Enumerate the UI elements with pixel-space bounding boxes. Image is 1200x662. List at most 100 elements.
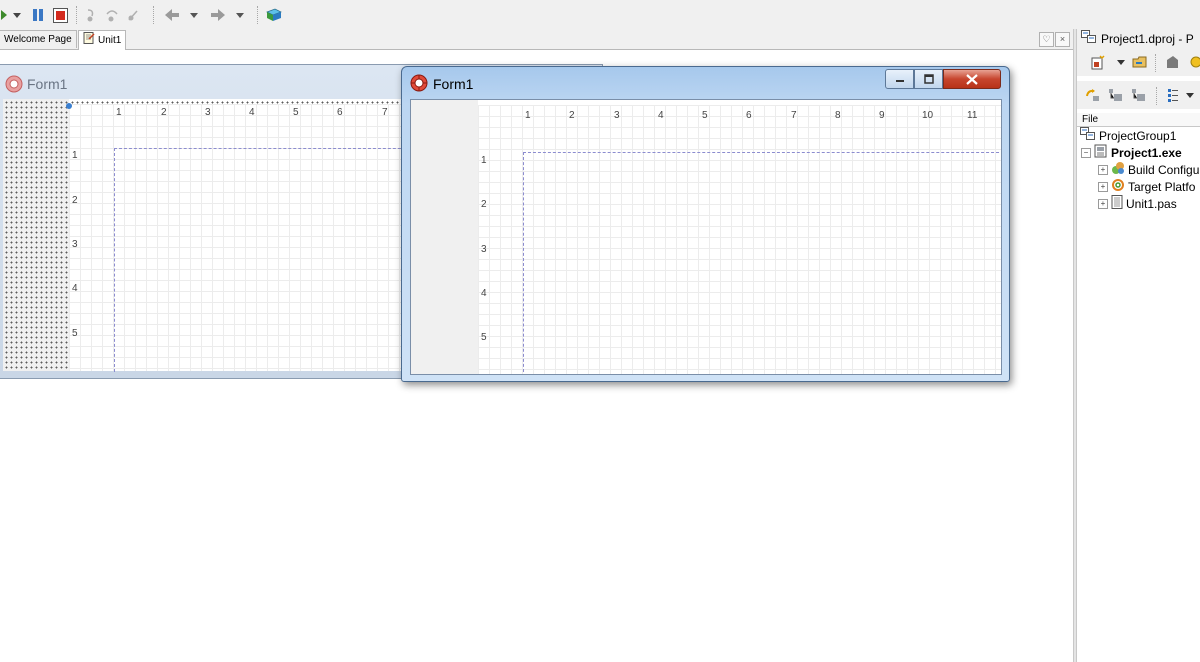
unit-file-icon: [83, 31, 95, 50]
help-book-icon[interactable]: [265, 6, 283, 24]
collapse-toggle-icon[interactable]: −: [1081, 147, 1091, 158]
toolbar-separator: [1156, 87, 1158, 105]
build-config-icon: [1111, 161, 1125, 178]
project-manager-toolbar-2: [1077, 81, 1200, 109]
run-arrow-icon[interactable]: [0, 6, 8, 24]
open-folder-icon[interactable]: [1131, 53, 1149, 71]
tab-label: Welcome Page: [4, 34, 72, 45]
target-platform-icon: [1111, 178, 1125, 195]
ruler-label: 3: [205, 107, 211, 118]
project-exe-icon: [1094, 144, 1108, 161]
project-manager-panel: Project1.dproj - P File ProjectGroup1 − …: [1077, 29, 1200, 662]
foreground-form-window[interactable]: Form1 1 2 3 4 5 6 7 8 9 10 11 1 2 3 4 5: [401, 66, 1010, 382]
ruler-label: 6: [337, 107, 343, 118]
ruler-label: 2: [72, 195, 78, 206]
toolbar-separator: [1155, 54, 1157, 72]
file-column-header[interactable]: File: [1077, 113, 1200, 127]
expand-toggle-icon[interactable]: +: [1098, 164, 1108, 175]
ruler-label: 8: [835, 110, 841, 121]
tab-unit1[interactable]: Unit1: [78, 30, 127, 50]
close-button[interactable]: [943, 69, 1001, 89]
project-group-icon: [1081, 30, 1097, 47]
collapse-node-icon[interactable]: [1129, 86, 1147, 104]
project-manager-title: Project1.dproj - P: [1101, 31, 1194, 46]
ruler-label: 10: [922, 110, 934, 121]
maximize-button[interactable]: [914, 69, 943, 89]
minimize-icon: [895, 80, 904, 82]
form-client-area[interactable]: 1 2 3 4 5 6 7 8 9 10 11 1 2 3 4 5: [410, 99, 1002, 375]
forward-dropdown-icon[interactable]: [234, 6, 246, 24]
view-dropdown-icon[interactable]: [1184, 86, 1196, 104]
ruler-label: 7: [791, 110, 797, 121]
close-icon: [966, 73, 978, 85]
project-manager-title-bar: Project1.dproj - P: [1077, 29, 1200, 48]
tab-menu-icon[interactable]: ♡: [1039, 32, 1054, 47]
ruler-label: 4: [249, 107, 255, 118]
ruler-label: 5: [72, 328, 78, 339]
project-manager-toolbar: [1077, 48, 1200, 76]
ruler-label: 2: [161, 107, 167, 118]
form-title: Form1: [27, 76, 68, 92]
view-list-icon[interactable]: [1165, 86, 1181, 104]
ruler-label: 1: [525, 110, 531, 121]
back-arrow-icon[interactable]: [164, 6, 180, 24]
tree-node-unit1-pas[interactable]: + Unit1.pas: [1098, 195, 1177, 212]
delphi-form-icon: [5, 75, 23, 96]
new-item-icon[interactable]: [1088, 53, 1106, 71]
run-to-cursor-icon[interactable]: [125, 6, 141, 24]
ruler-label: 11: [967, 110, 978, 121]
ruler-label: 3: [72, 239, 78, 250]
ruler-label: 4: [658, 110, 664, 121]
project-group-icon: [1080, 127, 1096, 144]
tree-node-label: Unit1.pas: [1126, 196, 1177, 211]
form-bounds-guide: [523, 152, 1001, 374]
remove-icon[interactable]: [1163, 53, 1181, 71]
ruler-label: 1: [116, 107, 122, 118]
trace-into-icon[interactable]: [83, 6, 99, 24]
form-title: Form1: [433, 76, 474, 92]
tree-node-label: Project1.exe: [1111, 145, 1182, 160]
options-icon[interactable]: [1187, 53, 1200, 71]
tab-label: Unit1: [98, 35, 122, 46]
close-tab-icon[interactable]: ×: [1055, 32, 1070, 47]
toolbar-separator: [257, 6, 259, 24]
minimize-button[interactable]: [885, 69, 914, 89]
expand-toggle-icon[interactable]: +: [1098, 198, 1108, 209]
back-dropdown-icon[interactable]: [188, 6, 200, 24]
ruler-label: 4: [72, 283, 78, 294]
toolbar-separator: [76, 6, 78, 24]
ruler-label: 7: [382, 107, 388, 118]
tree-node-build-configurations[interactable]: + Build Configu: [1098, 161, 1199, 178]
toolbar-separator: [153, 6, 155, 24]
ruler-label: 9: [879, 110, 885, 121]
ruler-label: 2: [569, 110, 575, 121]
ruler-label: 2: [481, 199, 487, 210]
tab-welcome-page[interactable]: Welcome Page: [0, 30, 77, 48]
step-over-icon[interactable]: [104, 6, 120, 24]
ruler-label: 3: [481, 244, 487, 255]
maximize-icon: [923, 74, 934, 84]
forward-arrow-icon[interactable]: [210, 6, 226, 24]
main-toolbar: [0, 0, 1200, 29]
tree-node-project-exe[interactable]: − Project1.exe: [1081, 144, 1182, 161]
expand-node-icon[interactable]: [1106, 86, 1124, 104]
ruler-label: 3: [614, 110, 620, 121]
delphi-form-icon: [410, 74, 428, 95]
ruler-label: 5: [293, 107, 299, 118]
ruler-label: 6: [746, 110, 752, 121]
ruler-label: 1: [481, 155, 487, 166]
expand-toggle-icon[interactable]: +: [1098, 181, 1108, 192]
tree-node-label: ProjectGroup1: [1099, 128, 1177, 143]
pause-icon[interactable]: [29, 6, 47, 24]
sync-icon[interactable]: [1083, 86, 1101, 104]
run-dropdown-icon[interactable]: [11, 6, 23, 24]
tree-node-target-platforms[interactable]: + Target Platfo: [1098, 178, 1195, 195]
new-dropdown-icon[interactable]: [1115, 53, 1127, 71]
ruler-label: 5: [702, 110, 708, 121]
ruler-label: 4: [481, 288, 487, 299]
form-left-margin: [411, 100, 478, 374]
tree-node-project-group[interactable]: ProjectGroup1: [1080, 127, 1176, 144]
unit-file-icon: [1111, 195, 1123, 212]
selection-handle[interactable]: [66, 103, 72, 109]
stop-icon[interactable]: [51, 6, 69, 24]
